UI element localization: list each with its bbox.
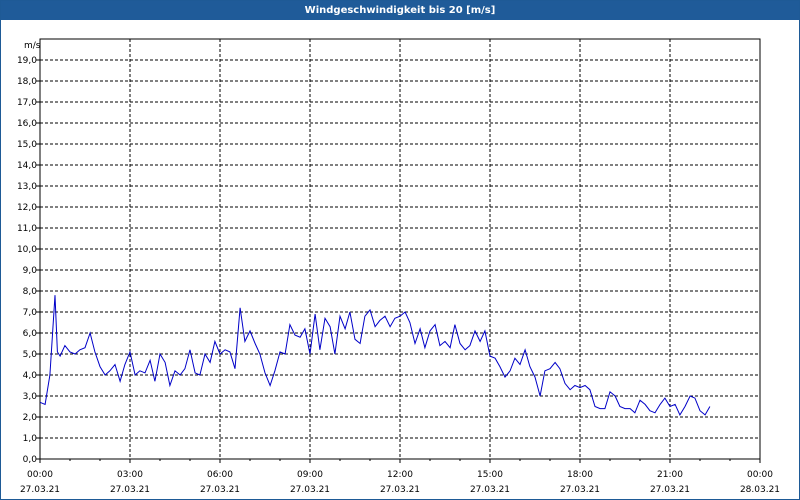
- x-tick-date-label: 27.03.21: [560, 485, 600, 495]
- x-tick-date-label: 27.03.21: [650, 485, 690, 495]
- x-tick-time-label: 09:00: [297, 470, 323, 480]
- x-tick-date-label: 27.03.21: [110, 485, 150, 495]
- x-tick-date-label: 27.03.21: [20, 485, 60, 495]
- y-tick-label: 0,0: [23, 455, 38, 465]
- y-tick-label: 8,0: [23, 287, 38, 297]
- x-tick-date-label: 27.03.21: [290, 485, 330, 495]
- y-tick-label: 19,0: [17, 56, 37, 66]
- x-tick-time-label: 03:00: [117, 470, 143, 480]
- x-tick-time-label: 06:00: [207, 470, 233, 480]
- y-tick-label: 9,0: [23, 266, 38, 276]
- y-tick-label: 10,0: [17, 245, 37, 255]
- x-tick-time-label: 00:00: [27, 470, 53, 480]
- y-tick-label: 13,0: [17, 182, 37, 192]
- series-layer: [39, 295, 711, 416]
- grid: [40, 39, 760, 459]
- y-tick-label: 16,0: [17, 119, 37, 129]
- x-axis-ticks: 00:00 27.03.21 03:00 27.03.21 06:00 27.03.21 0…: [20, 459, 780, 495]
- x-tick-date-label: 28.03.21: [740, 485, 780, 495]
- y-axis-unit: m/s: [24, 41, 41, 51]
- y-tick-label: 3,0: [23, 392, 38, 402]
- x-tick-time-label: 18:00: [567, 470, 593, 480]
- y-tick-label: 2,0: [23, 413, 38, 423]
- x-tick-date-label: 27.03.21: [200, 485, 240, 495]
- wind-speed-line: [39, 295, 711, 416]
- wind-speed-chart: 0,0 1,0 2,0 3,0 4,0 5,0 6,0 7,0 8,0 9,0 10,0 11,0 12…: [17, 38, 780, 495]
- y-tick-label: 12,0: [17, 203, 37, 213]
- y-tick-label: 18,0: [17, 77, 37, 87]
- y-tick-label: 6,0: [23, 329, 38, 339]
- x-tick-time-label: 21:00: [657, 470, 683, 480]
- x-tick-time-label: 12:00: [387, 470, 413, 480]
- y-tick-label: 11,0: [17, 224, 37, 234]
- y-tick-label: 1,0: [23, 434, 38, 444]
- x-tick-date-label: 27.03.21: [470, 485, 510, 495]
- y-axis-ticks: 0,0 1,0 2,0 3,0 4,0 5,0 6,0 7,0 8,0 9,0 10,0 11,0 12…: [17, 56, 40, 465]
- y-tick-label: 14,0: [17, 161, 37, 171]
- y-tick-label: 5,0: [23, 350, 38, 360]
- y-tick-label: 15,0: [17, 140, 37, 150]
- x-tick-time-label: 15:00: [477, 470, 503, 480]
- x-tick-time-label: 00:00: [747, 470, 773, 480]
- y-tick-label: 4,0: [23, 371, 38, 381]
- x-tick-date-label: 27.03.21: [380, 485, 420, 495]
- y-tick-label: 17,0: [17, 98, 37, 108]
- y-tick-label: 7,0: [23, 308, 38, 318]
